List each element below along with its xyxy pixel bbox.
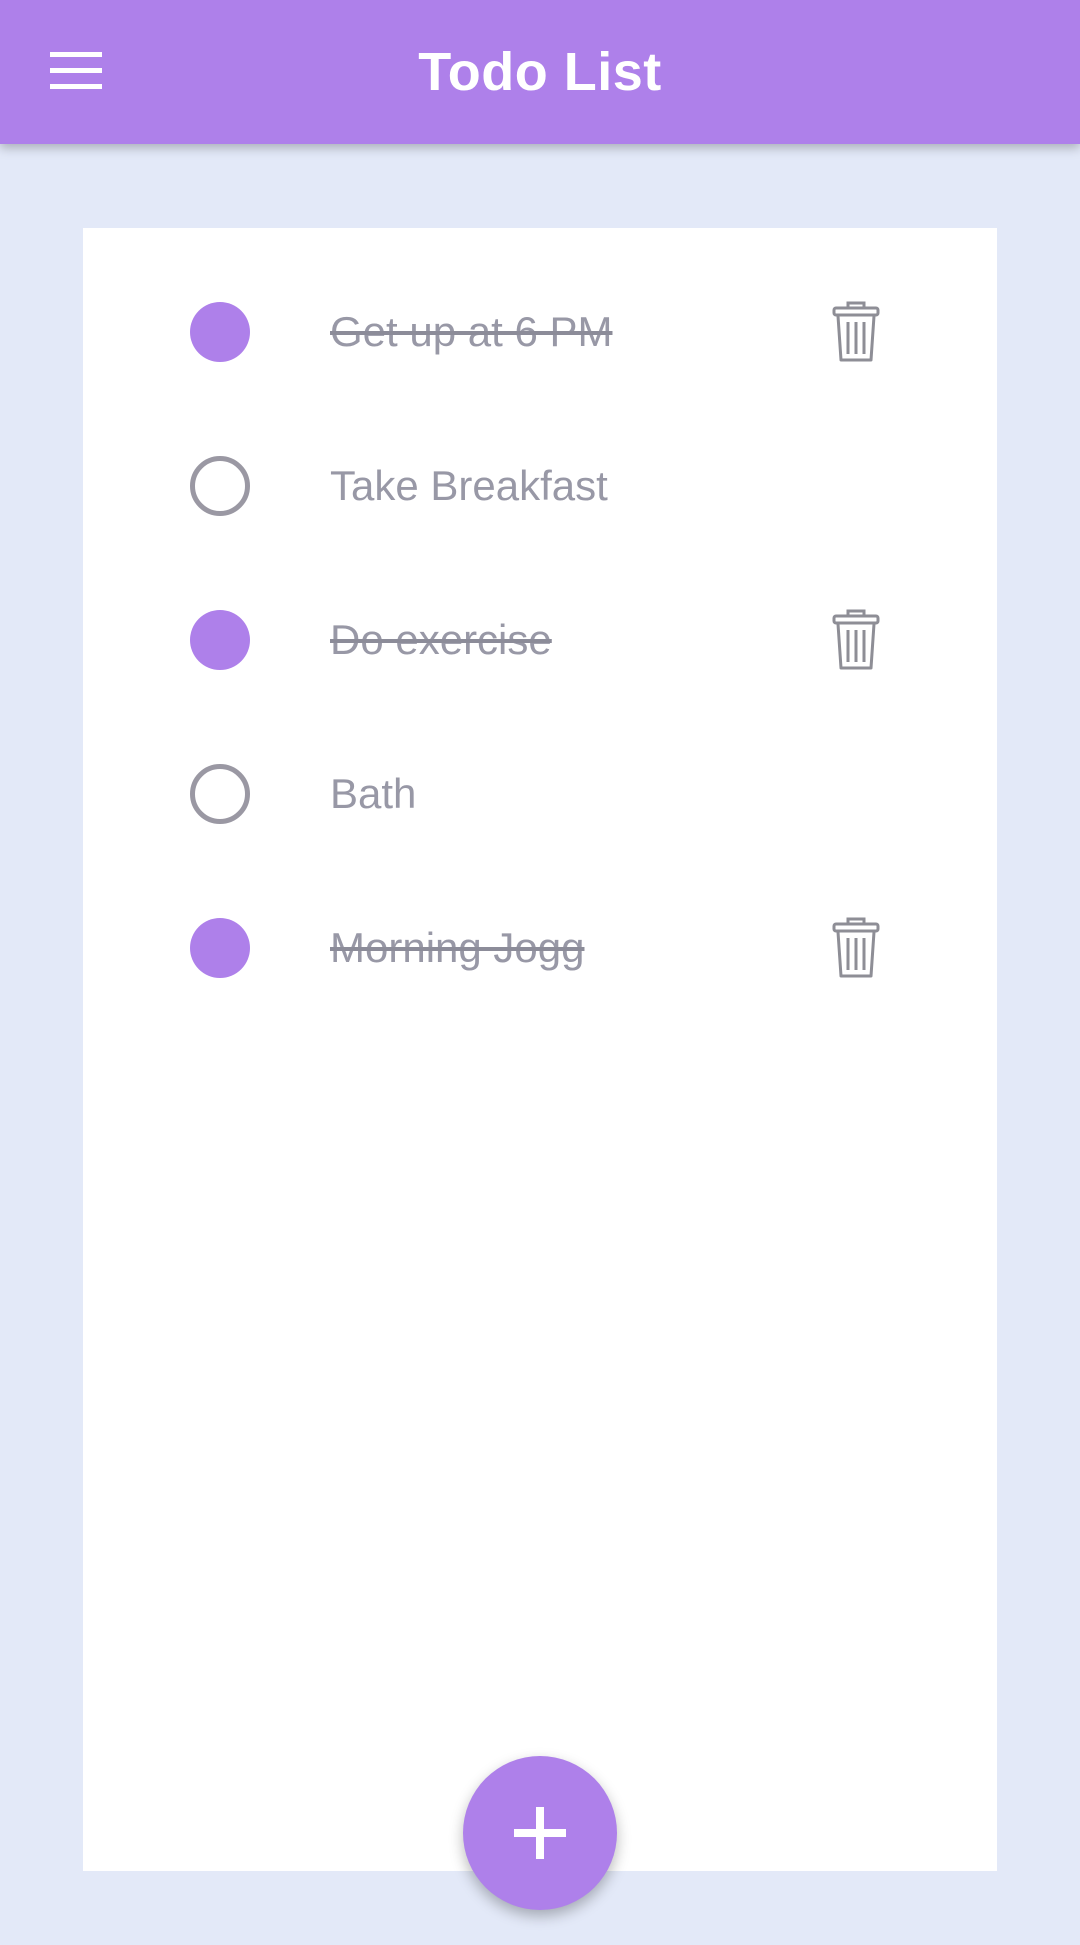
delete-button[interactable]: [827, 917, 885, 979]
checkbox-checked[interactable]: [190, 610, 250, 670]
plus-icon: [514, 1807, 566, 1859]
trash-icon: [832, 609, 880, 670]
checkbox-checked[interactable]: [190, 918, 250, 978]
app-title: Todo List: [418, 42, 662, 102]
todo-item[interactable]: Bath: [83, 739, 997, 849]
app-bar: Todo List: [0, 0, 1080, 144]
todo-label: Bath: [330, 770, 417, 817]
add-todo-button[interactable]: [463, 1756, 617, 1910]
todo-label: Do exercise: [330, 616, 552, 663]
delete-button[interactable]: [827, 301, 885, 363]
todo-label: Morning Jogg: [330, 924, 585, 971]
todo-label: Get up at 6 PM: [330, 308, 613, 355]
checkbox-unchecked[interactable]: [190, 456, 250, 516]
delete-button[interactable]: [827, 609, 885, 671]
todo-item[interactable]: Get up at 6 PM: [83, 277, 997, 387]
todo-label: Take Breakfast: [330, 462, 608, 509]
todo-item[interactable]: Do exercise: [83, 585, 997, 695]
trash-icon: [832, 917, 880, 978]
todo-item[interactable]: Morning Jogg: [83, 893, 997, 1003]
todo-item[interactable]: Take Breakfast: [83, 431, 997, 541]
checkbox-unchecked[interactable]: [190, 764, 250, 824]
todo-list-card: Get up at 6 PM Take Breakfast Do exercise B…: [83, 228, 997, 1871]
checkbox-checked[interactable]: [190, 302, 250, 362]
trash-icon: [832, 301, 880, 362]
